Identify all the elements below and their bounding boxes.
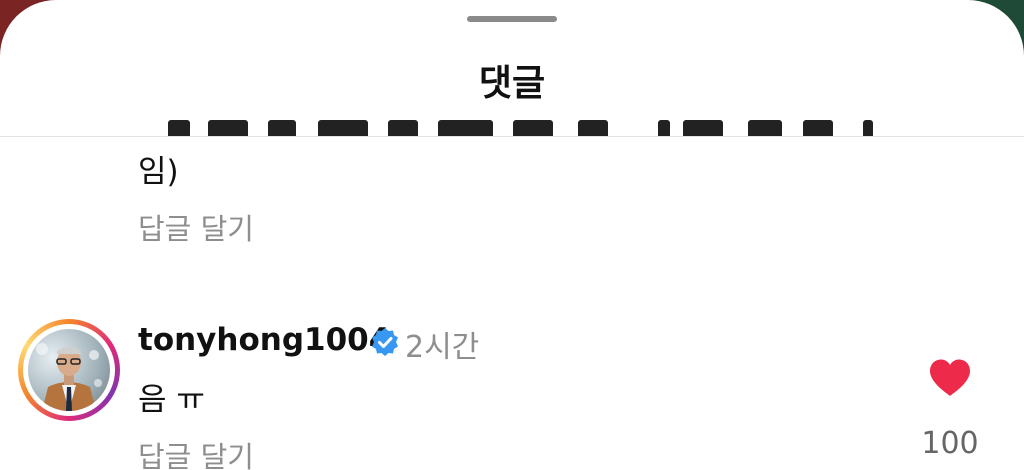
previous-reply-button[interactable]: 답글 달기	[138, 206, 254, 248]
header-divider	[0, 136, 1024, 137]
comment-username[interactable]: tonyhong1004	[138, 322, 390, 358]
like-count: 100	[921, 426, 979, 461]
previous-comment-text: 임)	[138, 154, 179, 190]
clipped-comment-line	[138, 116, 878, 136]
avatar-image	[28, 329, 110, 411]
comments-sheet: 댓글 임) 답글 달기 tonyhong1004 2시간 음 ㅠ 답글 달기 1…	[0, 0, 1024, 470]
comment-text: 음 ㅠ	[138, 382, 205, 418]
verified-badge-icon	[372, 328, 398, 356]
sheet-title: 댓글	[478, 63, 546, 104]
heart-icon[interactable]	[928, 358, 972, 398]
comment-time: 2시간	[405, 330, 480, 365]
reply-button[interactable]: 답글 달기	[138, 434, 254, 470]
avatar[interactable]	[18, 319, 120, 421]
drag-handle[interactable]	[467, 16, 557, 22]
